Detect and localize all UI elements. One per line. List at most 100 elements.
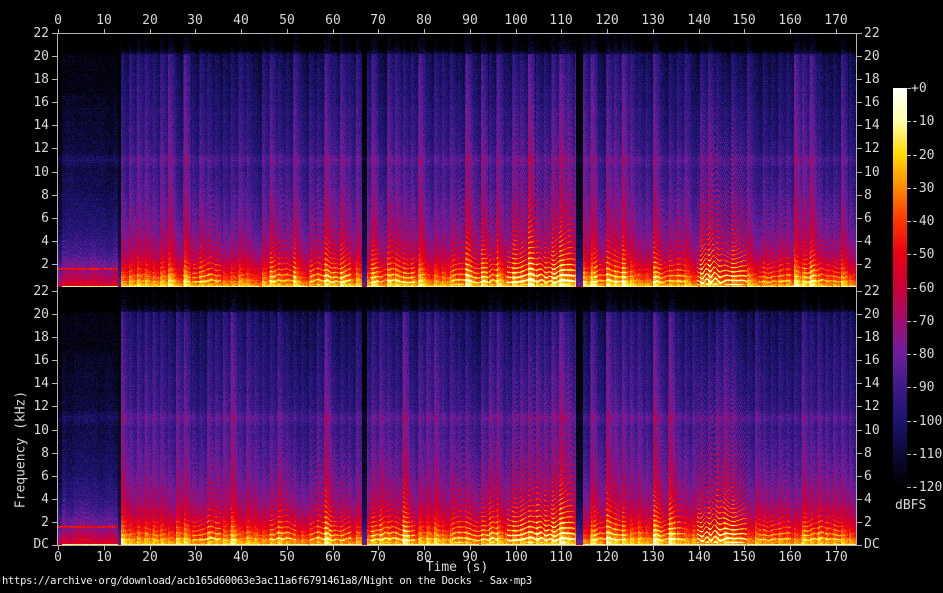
freq-tick bbox=[52, 476, 57, 477]
freq-tick bbox=[857, 430, 862, 431]
freq-tick bbox=[52, 383, 57, 384]
time-tick-label: 80 bbox=[416, 14, 432, 27]
time-tick-label: 70 bbox=[370, 14, 386, 27]
time-tick-label: 30 bbox=[187, 551, 203, 564]
freq-tick-label: 18 bbox=[864, 73, 880, 86]
freq-tick-label: 22 bbox=[0, 27, 52, 40]
freq-tick bbox=[52, 148, 57, 149]
freq-tick-label: 18 bbox=[864, 331, 880, 344]
freq-tick bbox=[52, 125, 57, 126]
time-tick bbox=[241, 29, 242, 33]
freq-tick-label: 14 bbox=[864, 377, 880, 390]
freq-tick-label: 12 bbox=[0, 142, 52, 155]
freq-tick-label: 22 bbox=[864, 27, 880, 40]
time-tick-label: 20 bbox=[142, 551, 158, 564]
time-tick-label: 170 bbox=[824, 14, 847, 27]
time-tick bbox=[607, 29, 608, 33]
freq-tick bbox=[857, 545, 862, 546]
freq-tick bbox=[52, 79, 57, 80]
freq-tick-label: 10 bbox=[864, 166, 880, 179]
freq-tick-label: 8 bbox=[864, 189, 872, 202]
freq-tick-label: 10 bbox=[864, 424, 880, 437]
freq-tick-label: 2 bbox=[864, 516, 872, 529]
time-tick-label: 150 bbox=[732, 14, 755, 27]
time-tick bbox=[333, 29, 334, 33]
source-url: https://archive·org/download/acb165d6006… bbox=[2, 575, 532, 587]
freq-tick-label: 12 bbox=[864, 400, 880, 413]
spectrogram-channel-right bbox=[58, 291, 856, 545]
time-tick bbox=[699, 29, 700, 33]
freq-tick bbox=[52, 241, 57, 242]
freq-tick-label: 4 bbox=[864, 493, 872, 506]
freq-tick bbox=[52, 360, 57, 361]
freq-tick bbox=[857, 125, 862, 126]
freq-tick-label: 16 bbox=[864, 96, 880, 109]
time-tick-label: 70 bbox=[370, 551, 386, 564]
freq-tick bbox=[857, 453, 862, 454]
freq-tick-label: 14 bbox=[0, 119, 52, 132]
time-tick-label: 120 bbox=[595, 14, 618, 27]
time-tick-label: 150 bbox=[732, 551, 755, 564]
colorbar-tick-label: -50 bbox=[911, 248, 934, 261]
freq-tick bbox=[857, 360, 862, 361]
time-tick bbox=[378, 29, 379, 33]
freq-tick bbox=[52, 337, 57, 338]
time-tick bbox=[195, 29, 196, 33]
freq-tick bbox=[52, 56, 57, 57]
colorbar-tick-label: -100 bbox=[911, 415, 942, 428]
freq-tick bbox=[52, 218, 57, 219]
colorbar-tick-label: -10 bbox=[911, 115, 934, 128]
time-tick-label: 0 bbox=[54, 14, 62, 27]
freq-tick-label: DC bbox=[864, 538, 880, 551]
freq-tick-label: 2 bbox=[0, 516, 52, 529]
time-tick-label: 20 bbox=[142, 14, 158, 27]
time-tick-label: 130 bbox=[641, 14, 664, 27]
freq-tick bbox=[857, 264, 862, 265]
freq-tick bbox=[52, 453, 57, 454]
time-tick bbox=[836, 29, 837, 33]
time-tick-label: 160 bbox=[778, 551, 801, 564]
spectrogram-figure: 0102030405060708090100110120130140150160… bbox=[0, 0, 943, 593]
freq-tick bbox=[52, 430, 57, 431]
time-tick-label: 30 bbox=[187, 14, 203, 27]
colorbar-tick-label: -20 bbox=[911, 149, 934, 162]
time-tick-label: 100 bbox=[504, 551, 527, 564]
freq-tick bbox=[857, 33, 862, 34]
colorbar-tick-label: -60 bbox=[911, 282, 934, 295]
spectrogram-channel-left bbox=[58, 33, 856, 287]
time-tick bbox=[561, 29, 562, 33]
freq-tick bbox=[52, 499, 57, 500]
freq-tick bbox=[857, 499, 862, 500]
colorbar-tick-label: -30 bbox=[911, 182, 934, 195]
colorbar-unit-label: dBFS bbox=[895, 499, 935, 512]
colorbar-gradient bbox=[893, 88, 907, 487]
time-tick bbox=[744, 29, 745, 33]
time-tick-label: 140 bbox=[687, 14, 710, 27]
freq-tick-label: 4 bbox=[864, 235, 872, 248]
top-axis-line bbox=[57, 33, 857, 34]
freq-tick-label: 20 bbox=[0, 50, 52, 63]
time-tick-label: 40 bbox=[233, 14, 249, 27]
time-tick-label: 0 bbox=[54, 551, 62, 564]
time-tick bbox=[104, 29, 105, 33]
colorbar-tick-label: +0 bbox=[911, 82, 927, 95]
freq-tick bbox=[857, 522, 862, 523]
time-tick bbox=[653, 29, 654, 33]
time-tick bbox=[424, 29, 425, 33]
colorbar-tick-label: -70 bbox=[911, 315, 934, 328]
freq-tick bbox=[52, 195, 57, 196]
time-tick-label: 10 bbox=[96, 551, 112, 564]
freq-tick-label: 8 bbox=[864, 447, 872, 460]
colorbar-tick-label: -110 bbox=[911, 448, 942, 461]
freq-tick-label: 2 bbox=[864, 258, 872, 271]
time-tick bbox=[516, 29, 517, 33]
colorbar-tick-label: -80 bbox=[911, 348, 934, 361]
freq-tick-label: 22 bbox=[864, 285, 880, 298]
freq-tick-label: 20 bbox=[864, 308, 880, 321]
freq-tick bbox=[857, 218, 862, 219]
time-tick-label: 60 bbox=[325, 551, 341, 564]
freq-tick bbox=[52, 291, 57, 292]
freq-tick-label: DC bbox=[0, 538, 52, 551]
freq-tick-label: 14 bbox=[864, 119, 880, 132]
freq-tick-label: 6 bbox=[864, 470, 872, 483]
